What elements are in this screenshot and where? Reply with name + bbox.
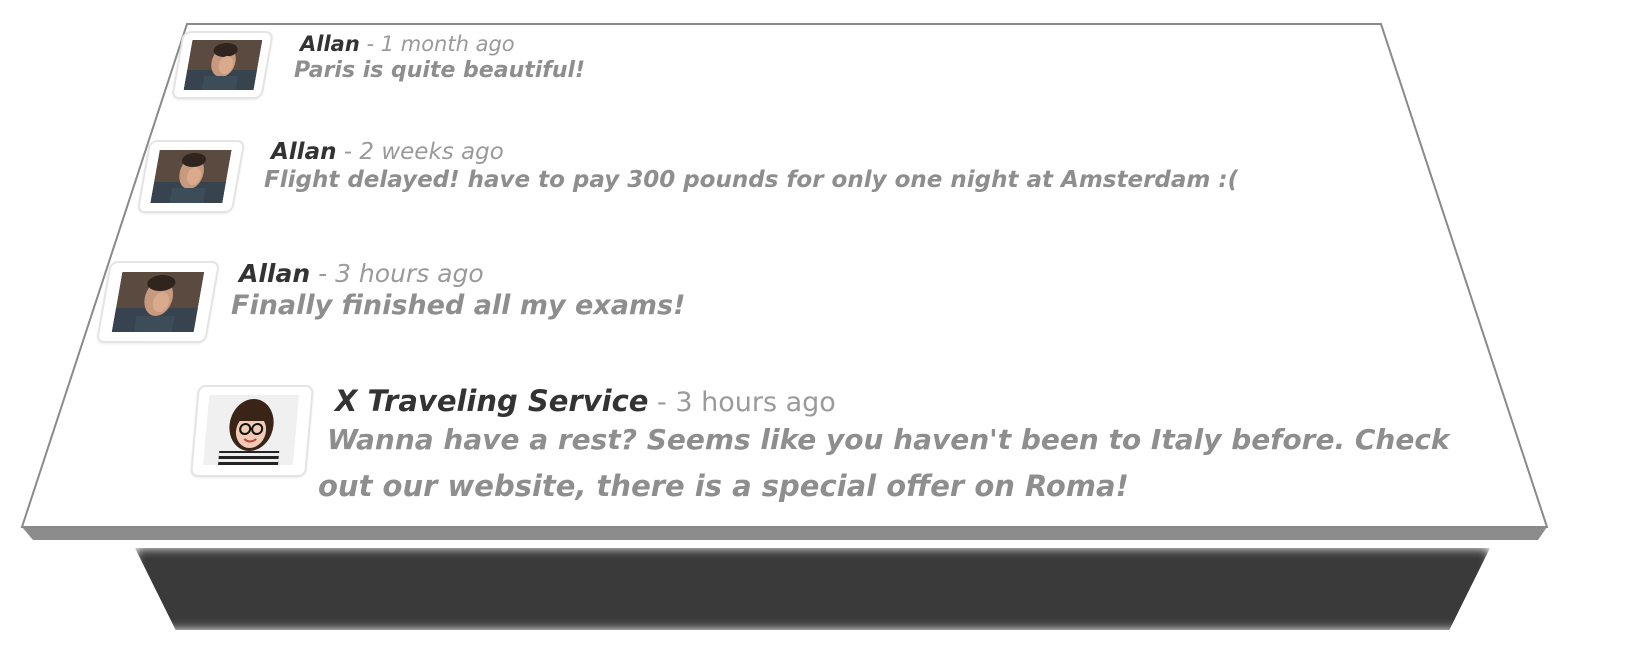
message-text: Paris is quite beautiful! [294,58,586,83]
message-text-line-2: out our website, there is a special offe… [318,469,1129,503]
author-name[interactable]: Allan [239,259,310,288]
timestamp: 1 month ago [380,32,515,56]
man-facepalm-avatar-icon [183,40,263,90]
man-facepalm-avatar-icon [111,272,205,332]
meta-separator: - [310,259,336,288]
message-text-line-1: Wanna have a rest? Seems like you haven'… [327,423,1450,456]
item-meta: Allan - 2 weeks ago [271,139,504,165]
author-name[interactable]: Allan [271,139,336,165]
item-meta: X Traveling Service - 3 hours ago [335,384,836,418]
avatar[interactable] [95,261,221,343]
message-text: Flight delayed! have to pay 300 pounds f… [264,167,1239,193]
avatar[interactable] [171,31,274,99]
meta-separator: - [648,387,676,418]
author-name[interactable]: X Traveling Service [335,384,648,418]
man-facepalm-avatar-icon [150,150,232,203]
board-edge [22,527,1547,540]
timestamp: 3 hours ago [335,259,484,288]
avatar[interactable] [189,385,315,477]
meta-separator: - [336,139,360,165]
timestamp: 3 hours ago [675,387,836,418]
message-text: Finally finished all my exams! [231,290,686,321]
meta-separator: - [359,32,381,56]
item-meta: Allan - 1 month ago [300,32,515,56]
stage: Allan - 1 month ago Paris is quite beaut… [0,0,1625,665]
woman-glasses-avatar-icon [203,395,300,465]
timestamp: 2 weeks ago [359,139,504,165]
avatar[interactable] [136,140,246,213]
item-meta: Allan - 3 hours ago [239,259,484,288]
author-name[interactable]: Allan [300,32,360,56]
board-frame [20,23,1549,540]
